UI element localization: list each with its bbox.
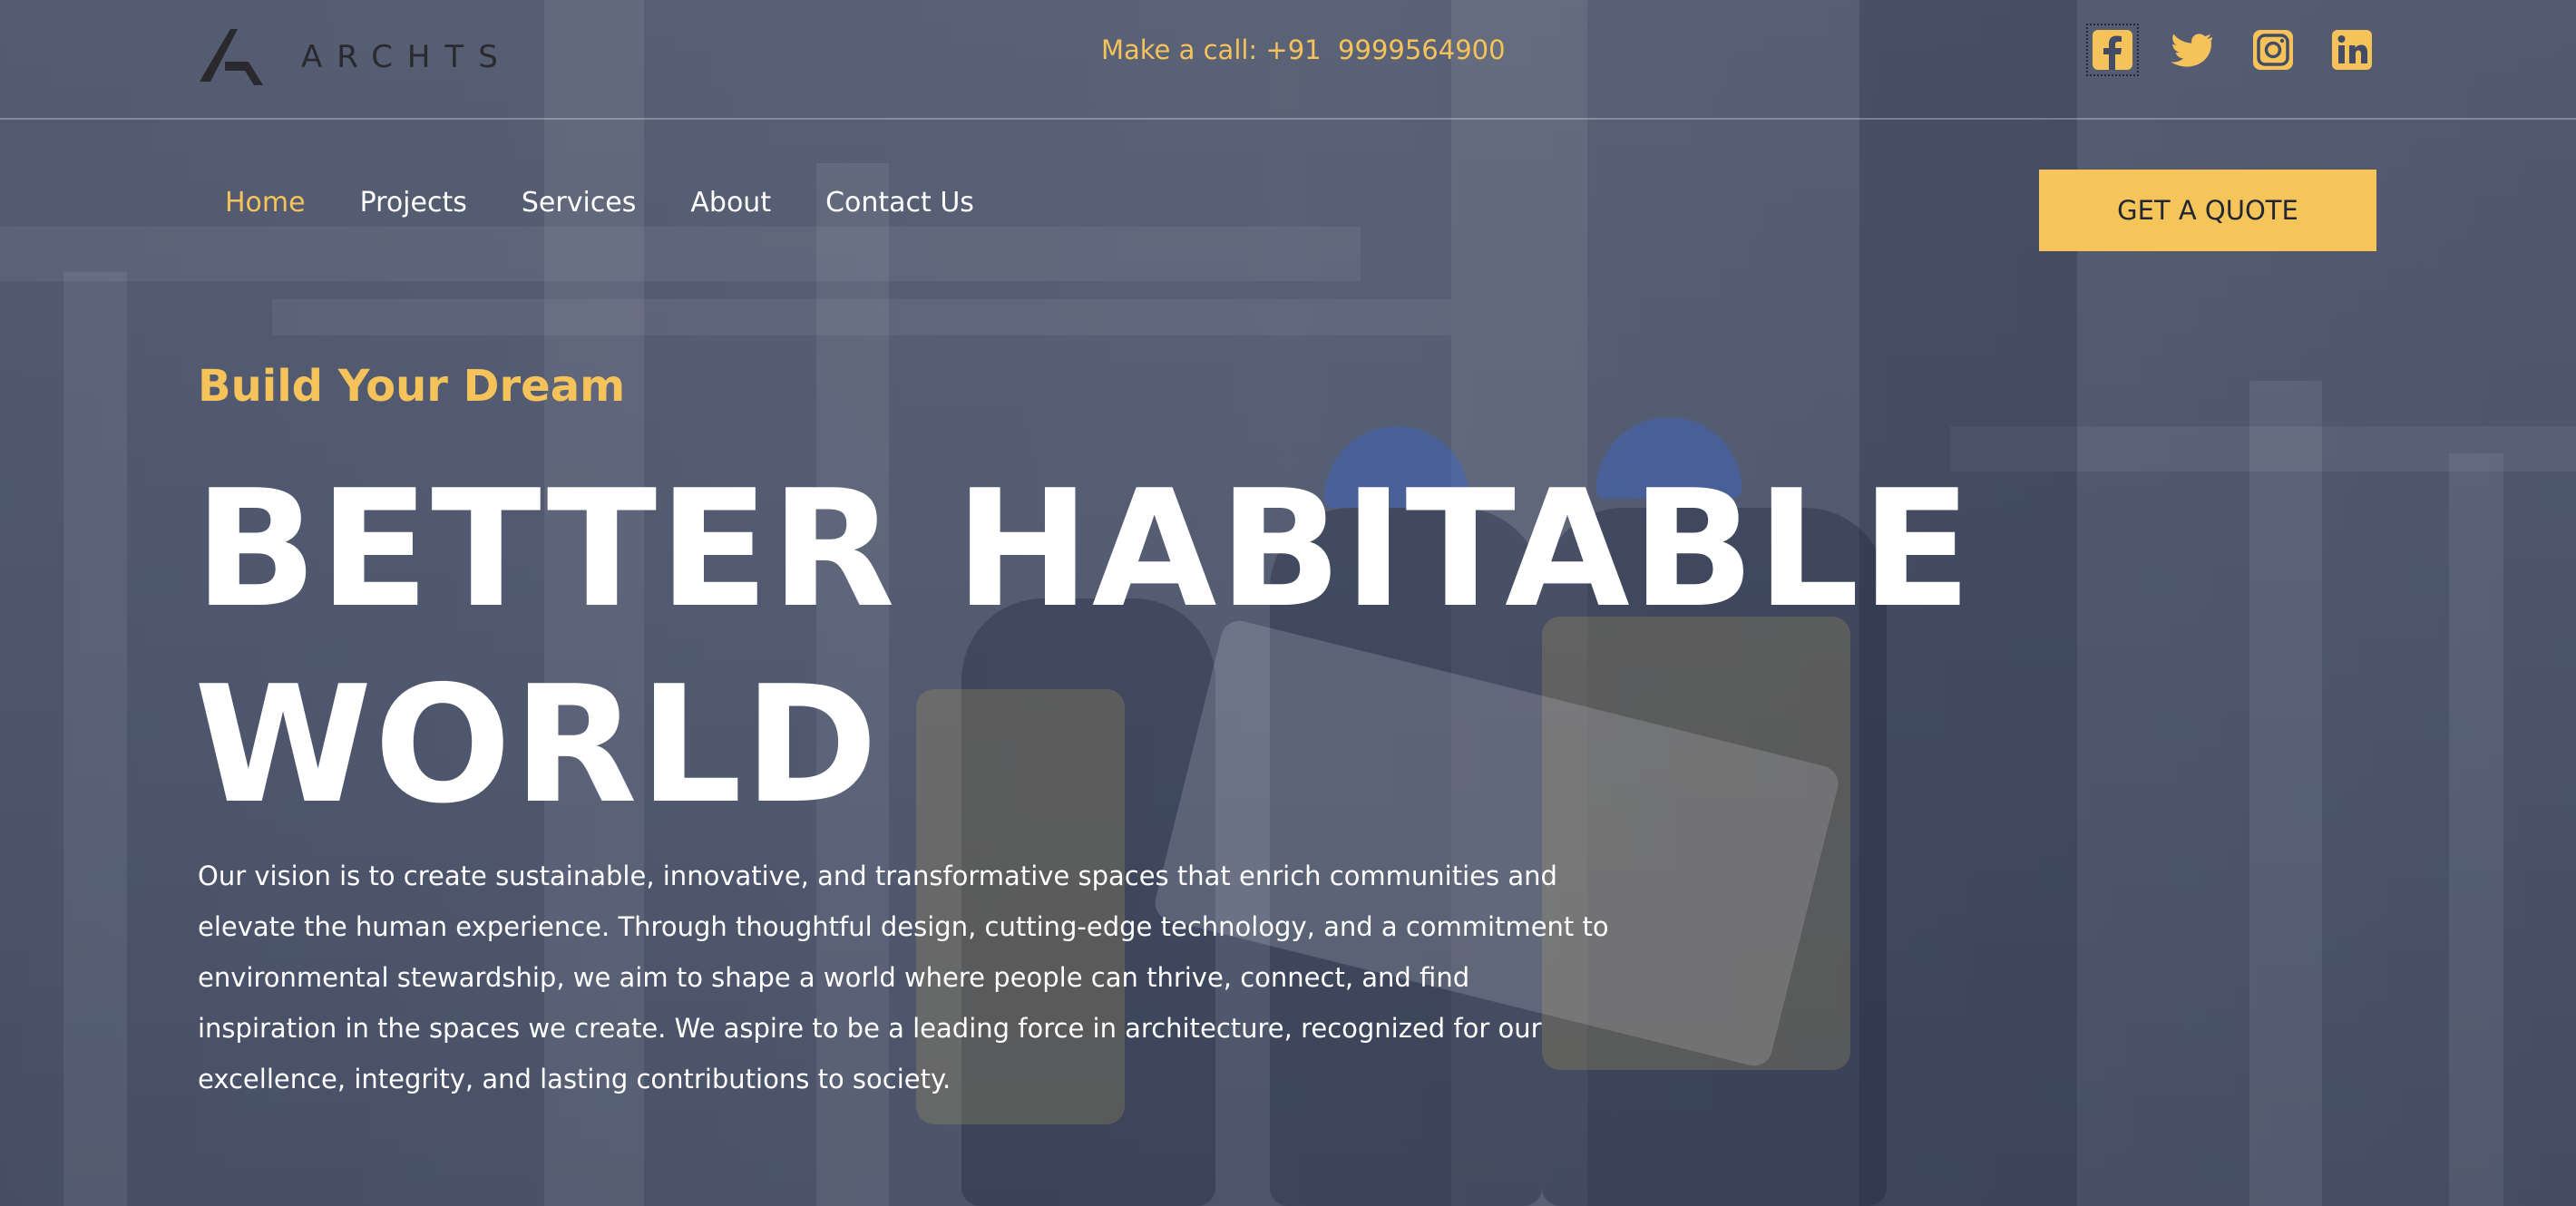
instagram-icon[interactable] xyxy=(2250,27,2296,73)
nav-item-contact-us[interactable]: Contact Us xyxy=(798,187,1001,219)
top-bar: ARCHTS Make a call: +91 9999564900 xyxy=(0,0,2576,120)
twitter-icon[interactable] xyxy=(2169,27,2214,73)
hero-headline-line-1: BETTER HABITABLE xyxy=(194,455,1974,643)
nav-item-projects[interactable]: Projects xyxy=(333,187,494,219)
get-a-quote-button[interactable]: GET A QUOTE xyxy=(2039,170,2376,251)
hero-headline-line-2: WORLD xyxy=(194,651,880,839)
hero-section: ARCHTS Make a call: +91 9999564900 Home … xyxy=(0,0,2576,1206)
main-nav: Home Projects Services About Contact Us xyxy=(198,187,1001,219)
linkedin-icon[interactable] xyxy=(2329,27,2375,73)
hero-headline: BETTER HABITABLE WORLD xyxy=(194,452,2008,843)
hero-tagline: Build Your Dream xyxy=(198,361,626,412)
facebook-icon[interactable] xyxy=(2086,24,2139,76)
brand-name: ARCHTS xyxy=(301,39,512,75)
nav-item-home[interactable]: Home xyxy=(198,187,333,219)
brand-logo[interactable]: ARCHTS xyxy=(198,25,512,89)
nav-item-about[interactable]: About xyxy=(663,187,798,219)
call-text[interactable]: Make a call: +91 9999564900 xyxy=(1101,34,1506,65)
vision-paragraph: Our vision is to create sustainable, inn… xyxy=(198,861,1609,1094)
nav-item-services[interactable]: Services xyxy=(494,187,664,219)
logo-icon xyxy=(200,29,263,85)
